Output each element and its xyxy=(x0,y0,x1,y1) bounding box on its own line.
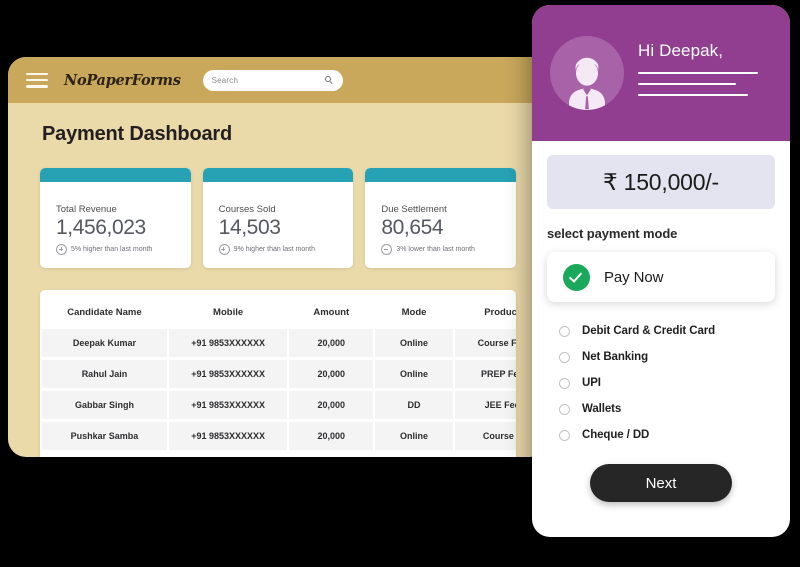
stat-card-label: Total Revenue xyxy=(56,204,117,215)
payments-table-container: Candidate Name Mobile Amount Mode Produc… xyxy=(40,290,516,457)
payment-option-label: UPI xyxy=(582,377,601,389)
cell-product: PREP Fee xyxy=(454,360,516,388)
payment-option-upi[interactable]: UPI xyxy=(559,370,775,396)
radio-icon[interactable] xyxy=(559,325,570,337)
pay-now-option[interactable]: Pay Now xyxy=(547,252,775,302)
table-header-row: Candidate Name Mobile Amount Mode Produc… xyxy=(42,301,516,326)
search-icon xyxy=(324,75,334,85)
cell-amount: 20,000 xyxy=(289,360,374,388)
column-header-mobile[interactable]: Mobile xyxy=(168,301,288,326)
minus-circle-icon xyxy=(381,244,393,256)
payment-option-debit-credit-card[interactable]: Debit Card & Credit Card xyxy=(559,318,775,344)
radio-icon[interactable] xyxy=(559,351,570,363)
page-title: Payment Dashboard xyxy=(42,123,232,145)
greeting-placeholder-line xyxy=(638,83,736,85)
payment-panel-header: Hi Deepak, xyxy=(532,5,790,141)
stat-card-courses-sold: Courses Sold 14,503 9% higher than last … xyxy=(202,168,354,268)
cell-mobile: +91 9853XXXXXX xyxy=(168,422,288,450)
table-row[interactable]: Deepak Kumar +91 9853XXXXXX 20,000 Onlin… xyxy=(42,329,516,357)
payment-dashboard-window: NoPaperForms Search Payment Dashboard To… xyxy=(8,57,548,457)
hamburger-icon[interactable] xyxy=(26,72,48,88)
stat-card-trend: 9% higher than last month xyxy=(218,244,338,256)
cell-mode: Online xyxy=(375,422,453,450)
select-payment-mode-label: select payment mode xyxy=(547,226,678,241)
stat-card-total-revenue: Total Revenue 1,456,023 5% higher than l… xyxy=(40,168,191,268)
payment-option-label: Debit Card & Credit Card xyxy=(582,325,716,337)
check-circle-icon xyxy=(563,263,590,291)
cell-mobile: +91 9853XXXXXX xyxy=(168,360,288,388)
cell-amount: 20,000 xyxy=(289,422,374,450)
greeting-text: Hi Deepak, xyxy=(638,41,724,60)
stat-card-value: 80,654 xyxy=(381,216,444,239)
cell-product: Course 2 xyxy=(454,422,516,450)
search-input-value: Search xyxy=(211,75,239,85)
stat-card-label: Due Settlement xyxy=(381,204,447,215)
search-input[interactable]: Search xyxy=(202,69,343,91)
stat-card-accent-strip xyxy=(40,168,191,182)
plus-circle-icon xyxy=(56,244,67,256)
user-avatar-icon xyxy=(550,36,624,110)
pay-now-label: Pay Now xyxy=(604,268,664,286)
column-header-product[interactable]: Product xyxy=(454,301,516,326)
dashboard-body: Payment Dashboard Total Revenue 1,456,02… xyxy=(8,103,548,457)
payment-option-label: Wallets xyxy=(582,403,622,415)
cell-product: Course Fee xyxy=(454,329,516,357)
stat-card-trend-text: 3% lower than last month xyxy=(396,246,475,254)
stat-card-due-settlement: Due Settlement 80,654 3% lower than last… xyxy=(365,168,517,268)
payment-option-label: Net Banking xyxy=(582,351,648,363)
brand-logo: NoPaperForms xyxy=(64,71,181,89)
stat-card-trend: 3% lower than last month xyxy=(381,244,500,256)
payments-table: Candidate Name Mobile Amount Mode Produc… xyxy=(40,298,516,453)
payment-option-wallets[interactable]: Wallets xyxy=(559,396,775,422)
cell-mobile: +91 9853XXXXXX xyxy=(168,391,288,419)
stat-card-trend-text: 9% higher than last month xyxy=(233,246,315,254)
cell-mobile: +91 9853XXXXXX xyxy=(168,329,288,357)
stat-card-accent-strip xyxy=(365,168,517,182)
cell-mode: Online xyxy=(375,360,453,388)
cell-candidate-name: Gabbar Singh xyxy=(42,391,167,419)
payment-option-label: Cheque / DD xyxy=(582,429,650,441)
payment-option-cheque-dd[interactable]: Cheque / DD xyxy=(559,422,775,448)
table-row[interactable]: Pushkar Samba +91 9853XXXXXX 20,000 Onli… xyxy=(42,422,516,450)
payment-options-list: Debit Card & Credit Card Net Banking UPI… xyxy=(547,318,775,448)
radio-icon[interactable] xyxy=(559,403,570,415)
radio-icon[interactable] xyxy=(559,429,570,441)
stat-card-value: 1,456,023 xyxy=(56,216,146,239)
next-button[interactable]: Next xyxy=(590,464,732,502)
greeting-block: Hi Deepak, xyxy=(638,41,772,105)
cell-amount: 20,000 xyxy=(289,391,374,419)
cell-mode: DD xyxy=(375,391,453,419)
stat-card-trend-text: 5% higher than last month xyxy=(71,246,153,254)
amount-display: ₹ 150,000/- xyxy=(547,155,775,209)
column-header-amount[interactable]: Amount xyxy=(289,301,374,326)
stat-card-value: 14,503 xyxy=(218,216,281,239)
table-row[interactable]: Gabbar Singh +91 9853XXXXXX 20,000 DD JE… xyxy=(42,391,516,419)
cell-candidate-name: Rahul Jain xyxy=(42,360,167,388)
column-header-mode[interactable]: Mode xyxy=(375,301,453,326)
stat-card-label: Courses Sold xyxy=(218,204,276,215)
stat-cards-row: Total Revenue 1,456,023 5% higher than l… xyxy=(40,168,517,268)
cell-candidate-name: Deepak Kumar xyxy=(42,329,167,357)
stat-card-accent-strip xyxy=(202,168,354,182)
plus-circle-icon xyxy=(218,244,230,256)
table-row[interactable]: Rahul Jain +91 9853XXXXXX 20,000 Online … xyxy=(42,360,516,388)
cell-product: JEE Fee xyxy=(454,391,516,419)
cell-candidate-name: Pushkar Samba xyxy=(42,422,167,450)
radio-icon[interactable] xyxy=(559,377,570,389)
payment-panel: Hi Deepak, ₹ 150,000/- select payment mo… xyxy=(532,5,790,537)
column-header-candidate-name[interactable]: Candidate Name xyxy=(42,301,167,326)
payment-option-net-banking[interactable]: Net Banking xyxy=(559,344,775,370)
dashboard-topbar: NoPaperForms Search xyxy=(8,57,548,103)
greeting-placeholder-line xyxy=(638,72,758,74)
cell-mode: Online xyxy=(375,329,453,357)
stat-card-trend: 5% higher than last month xyxy=(56,244,175,256)
cell-amount: 20,000 xyxy=(289,329,374,357)
greeting-placeholder-line xyxy=(638,94,748,96)
payment-panel-body: ₹ 150,000/- select payment mode Pay Now … xyxy=(532,141,790,502)
